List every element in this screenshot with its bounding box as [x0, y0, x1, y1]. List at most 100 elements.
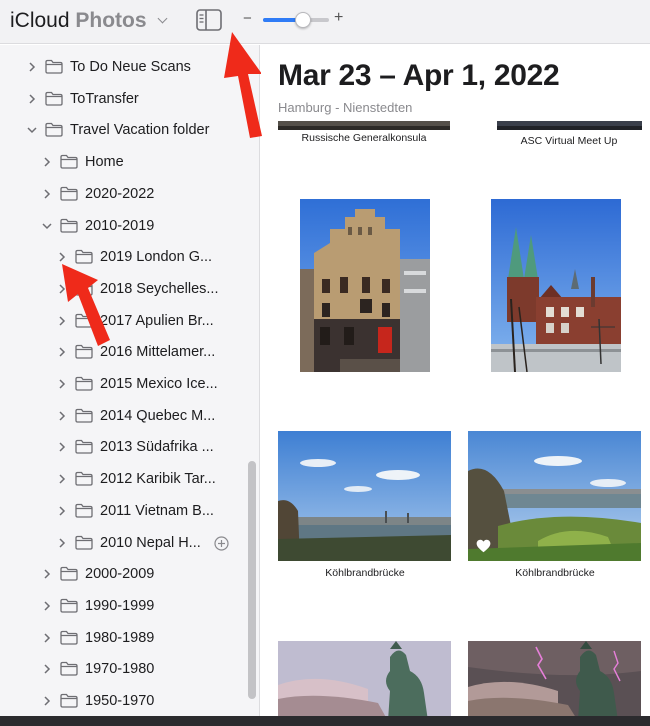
sidebar-folder-label: 1970-1980: [85, 661, 155, 678]
chevron-right-icon[interactable]: [42, 664, 52, 674]
sidebar-folder-item[interactable]: 2015 Mexico Ice...: [0, 369, 244, 399]
chevron-right-icon[interactable]: [57, 506, 67, 516]
sidebar-folder-item[interactable]: 1950-1970: [0, 686, 244, 716]
sidebar-folder-label: Home: [85, 154, 124, 171]
folder-icon: [45, 59, 63, 74]
sidebar-folder-label: To Do Neue Scans: [70, 59, 191, 75]
sidebar-folder-item[interactable]: 1970-1980: [0, 654, 244, 684]
sidebar-folder-item[interactable]: 2020-2022: [0, 179, 244, 209]
location-subtitle: Hamburg - Nienstedten: [278, 100, 413, 115]
photo-tile[interactable]: [278, 641, 451, 716]
sidebar-folder-item[interactable]: 2019 London G...: [0, 242, 244, 272]
sidebar-folder-item[interactable]: 2017 Apulien Br...: [0, 306, 244, 336]
sidebar-folder-label: 2019 London G...: [100, 249, 213, 266]
dock-strip: [0, 716, 650, 726]
sidebar-folder-item[interactable]: To Do Neue Scans: [0, 52, 244, 82]
sidebar-folder-item[interactable]: 2013 Südafrika ...: [0, 432, 244, 462]
sidebar-folder-label: 2013 Südafrika ...: [100, 439, 214, 456]
sidebar-folder-label: 2011 Vietnam B...: [100, 502, 214, 519]
folder-icon: [75, 345, 93, 359]
folder-icon: [45, 91, 63, 106]
folder-icon: [60, 630, 78, 645]
folder-icon: [60, 598, 78, 613]
toolbar: iCloud Photos − +: [0, 0, 650, 44]
photo-tile[interactable]: [468, 641, 641, 716]
sidebar-folder-label: 2015 Mexico Ice...: [100, 376, 218, 392]
chevron-right-icon[interactable]: [57, 379, 67, 389]
date-range-title: Mar 23 – Apr 1, 2022: [278, 59, 560, 92]
folder-icon: [60, 567, 78, 581]
chevron-down-icon[interactable]: [27, 125, 37, 135]
sidebar-folder-label: 2020-2022: [85, 185, 155, 202]
sidebar-folder-item[interactable]: 1990-1999: [0, 591, 244, 621]
sidebar-folder-item[interactable]: 2018 Seychelles...: [0, 274, 244, 304]
sidebar-folder-label: 2017 Apulien Br...: [100, 312, 214, 329]
sidebar-folder-label: 1990-1999: [85, 597, 155, 614]
folder-icon: [75, 313, 93, 328]
add-circle-icon[interactable]: [214, 535, 229, 551]
chevron-right-icon[interactable]: [57, 316, 67, 326]
sidebar-folder-item[interactable]: 2012 Karibik Tar...: [0, 464, 244, 494]
heart-icon[interactable]: [476, 539, 491, 553]
app-brand: iCloud: [10, 9, 70, 32]
folder-icon: [60, 218, 78, 233]
zoom-slider[interactable]: [263, 12, 329, 28]
sidebar-folder-item[interactable]: 2014 Quebec M...: [0, 401, 244, 431]
sidebar-folder-label: 2000-2009: [85, 566, 155, 583]
sidebar-folder-label: 2018 Seychelles...: [100, 280, 219, 297]
sidebar-toggle-button[interactable]: [196, 9, 222, 31]
photo-tile[interactable]: [468, 431, 641, 561]
app-title-menu[interactable]: iCloud Photos: [10, 8, 168, 34]
folder-icon: [75, 376, 93, 391]
sidebar: To Do Neue Scans ToTransfer Travel Vacatio…: [0, 45, 260, 716]
sidebar-folder-label: ToTransfer: [70, 90, 139, 107]
photo-caption: Köhlbrandbrücke: [325, 567, 405, 579]
chevron-down-icon[interactable]: [42, 221, 52, 231]
zoom-slider-thumb[interactable]: [294, 12, 311, 28]
sidebar-folder-label: 2014 Quebec M...: [100, 407, 216, 424]
folder-icon: [75, 250, 93, 264]
folder-icon: [60, 662, 78, 676]
zoom-out-button[interactable]: −: [243, 11, 252, 27]
zoom-in-button[interactable]: +: [334, 10, 343, 26]
chevron-right-icon[interactable]: [57, 347, 67, 357]
chevron-right-icon[interactable]: [57, 411, 67, 421]
folder-icon: [75, 440, 93, 455]
chevron-right-icon[interactable]: [57, 537, 67, 548]
sidebar-folder-item[interactable]: Home: [0, 147, 244, 177]
chevron-right-icon[interactable]: [57, 252, 67, 262]
chevron-right-icon[interactable]: [57, 474, 67, 484]
folder-icon: [60, 154, 78, 169]
chevron-right-icon[interactable]: [57, 284, 67, 294]
folder-icon: [60, 186, 78, 201]
chevron-right-icon[interactable]: [42, 189, 52, 199]
photo-caption: ASC Virtual Meet Up: [520, 135, 618, 147]
sidebar-folder-item[interactable]: Travel Vacation folder: [0, 115, 244, 145]
photo-tile[interactable]: [278, 431, 451, 561]
sidebar-scrollbar[interactable]: [248, 461, 256, 699]
photo-tile[interactable]: [491, 199, 621, 372]
chevron-right-icon[interactable]: [42, 696, 52, 706]
sidebar-folder-item[interactable]: 2016 Mittelamer...: [0, 337, 244, 367]
folder-icon: [75, 471, 93, 486]
chevron-right-icon[interactable]: [42, 601, 52, 611]
sidebar-folder-item[interactable]: 1980-1989: [0, 623, 244, 653]
sidebar-folder-label: 1980-1989: [85, 629, 155, 646]
sidebar-folder-label: 2010-2019: [85, 217, 155, 234]
sidebar-folder-label: 2016 Mittelamer...: [100, 344, 216, 361]
chevron-right-icon[interactable]: [57, 442, 67, 452]
app-product: Photos: [75, 9, 147, 32]
sidebar-folder-item[interactable]: 2010-2019: [0, 211, 244, 241]
chevron-right-icon[interactable]: [27, 94, 37, 104]
folder-icon: [75, 535, 93, 550]
sidebar-folder-item[interactable]: 2010 Nepal H...: [0, 528, 244, 558]
sidebar-folder-item[interactable]: 2000-2009: [0, 559, 244, 589]
chevron-right-icon[interactable]: [42, 633, 52, 643]
chevron-right-icon[interactable]: [42, 569, 52, 579]
chevron-right-icon[interactable]: [42, 157, 52, 167]
sidebar-folder-item[interactable]: ToTransfer: [0, 84, 244, 114]
chevron-right-icon[interactable]: [27, 62, 37, 72]
photo-tile[interactable]: [300, 199, 430, 372]
sidebar-folder-label: 2012 Karibik Tar...: [100, 471, 216, 488]
sidebar-folder-item[interactable]: 2011 Vietnam B...: [0, 496, 244, 526]
